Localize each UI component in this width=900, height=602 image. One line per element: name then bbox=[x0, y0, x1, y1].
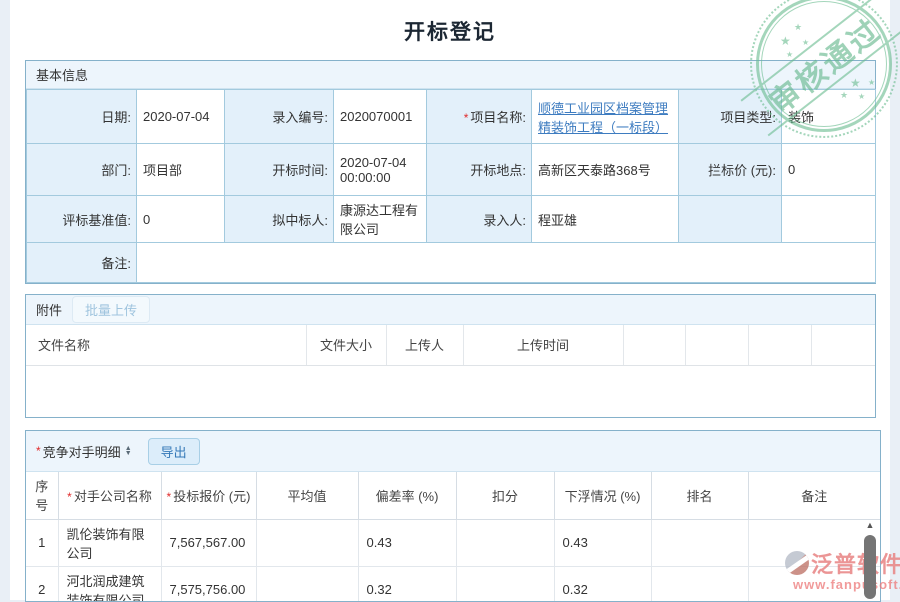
competitors-panel: * 竞争对手明细 ▲ ▼ 导出 序号 *对手公司名称 *投标报价 (元) 平均值… bbox=[25, 430, 881, 602]
row-average bbox=[256, 566, 358, 602]
row-float-down: 0.43 bbox=[554, 519, 651, 566]
row-average bbox=[256, 519, 358, 566]
col-company: *对手公司名称 bbox=[58, 472, 161, 519]
competitors-section-header: * 竞争对手明细 ▲ ▼ 导出 bbox=[26, 431, 880, 472]
required-asterisk: * bbox=[167, 490, 172, 504]
attachments-panel: 附件 批量上传 文件名称 文件大小 上传人 上传时间 bbox=[25, 294, 876, 418]
required-asterisk: * bbox=[464, 111, 469, 125]
sort-toggle[interactable]: ▲ ▼ bbox=[125, 446, 132, 456]
project-name-label: *项目名称: bbox=[427, 90, 532, 144]
proposed-winner-label: 拟中标人: bbox=[225, 196, 334, 243]
ceiling-price-label: 拦标价 (元): bbox=[679, 144, 782, 196]
col-rank: 排名 bbox=[651, 472, 748, 519]
project-name-cell: 顺德工业园区档案管理精装饰工程（一标段） bbox=[532, 90, 679, 144]
row-company: 河北润成建筑装饰有限公司 bbox=[58, 566, 161, 602]
open-time-value: 2020-07-04 00:00:00 bbox=[334, 144, 427, 196]
row-deduction bbox=[456, 519, 554, 566]
col-remark: 备注 bbox=[748, 472, 880, 519]
empty-value-cell bbox=[782, 196, 876, 243]
table-row: 日期: 2020-07-04 录入编号: 2020070001 *项目名称: 顺… bbox=[27, 90, 876, 144]
main-content: 开标登记 基本信息 日期: 2020-07-04 录入编号: 202007000… bbox=[10, 0, 890, 600]
project-type-value: 装饰 bbox=[782, 90, 876, 144]
vendor-url: www.fanpusoft.com bbox=[785, 577, 900, 592]
row-no: 1 bbox=[26, 519, 58, 566]
basic-info-table: 日期: 2020-07-04 录入编号: 2020070001 *项目名称: 顺… bbox=[26, 89, 876, 283]
col-empty bbox=[811, 325, 875, 365]
col-empty bbox=[748, 325, 811, 365]
row-bid: 7,575,756.00 bbox=[161, 566, 256, 602]
scroll-up-icon[interactable]: ▲ bbox=[863, 520, 877, 533]
row-bid: 7,567,567.00 bbox=[161, 519, 256, 566]
proposed-winner-value: 康源达工程有限公司 bbox=[334, 196, 427, 243]
basic-info-panel: 基本信息 日期: 2020-07-04 录入编号: 2020070001 *项目… bbox=[25, 60, 876, 284]
col-average: 平均值 bbox=[256, 472, 358, 519]
col-deduction: 扣分 bbox=[456, 472, 554, 519]
row-deviation: 0.32 bbox=[358, 566, 456, 602]
open-place-label: 开标地点: bbox=[427, 144, 532, 196]
required-asterisk: * bbox=[67, 490, 72, 504]
recorder-label: 录入人: bbox=[427, 196, 532, 243]
scrollbar-thumb[interactable] bbox=[864, 535, 876, 599]
table-row: 部门: 项目部 开标时间: 2020-07-04 00:00:00 开标地点: … bbox=[27, 144, 876, 196]
date-value: 2020-07-04 bbox=[137, 90, 225, 144]
page-title: 开标登记 bbox=[10, 16, 890, 46]
col-deviation: 偏差率 (%) bbox=[358, 472, 456, 519]
row-no: 2 bbox=[26, 566, 58, 602]
col-empty bbox=[685, 325, 748, 365]
vendor-brand: 泛普软件 bbox=[811, 547, 900, 579]
table-scrollbar[interactable]: ▲ bbox=[863, 520, 877, 599]
required-asterisk: * bbox=[36, 444, 41, 458]
table-row: 备注: bbox=[27, 243, 876, 283]
col-no: 序号 bbox=[26, 472, 58, 519]
attachments-table: 文件名称 文件大小 上传人 上传时间 bbox=[26, 325, 875, 366]
row-deduction bbox=[456, 566, 554, 602]
col-uploader: 上传人 bbox=[386, 325, 463, 365]
col-float-down: 下浮情况 (%) bbox=[554, 472, 651, 519]
col-upload-time: 上传时间 bbox=[463, 325, 623, 365]
col-empty bbox=[623, 325, 685, 365]
row-rank bbox=[651, 566, 748, 602]
ceiling-price-value: 0 bbox=[782, 144, 876, 196]
date-label: 日期: bbox=[27, 90, 137, 144]
fanpu-logo-icon bbox=[785, 551, 809, 575]
col-file-size: 文件大小 bbox=[306, 325, 386, 365]
entry-no-value: 2020070001 bbox=[334, 90, 427, 144]
row-company: 凯伦装饰有限公司 bbox=[58, 519, 161, 566]
empty-label-cell bbox=[679, 196, 782, 243]
col-file-name: 文件名称 bbox=[26, 325, 306, 365]
row-float-down: 0.32 bbox=[554, 566, 651, 602]
open-place-value: 高新区天泰路368号 bbox=[532, 144, 679, 196]
competitors-header-row: 序号 *对手公司名称 *投标报价 (元) 平均值 偏差率 (%) 扣分 下浮情况… bbox=[26, 472, 880, 519]
attachments-section-title: 附件 bbox=[36, 300, 62, 319]
export-button[interactable]: 导出 bbox=[148, 438, 200, 465]
attachments-section-header: 附件 批量上传 bbox=[26, 295, 875, 325]
remark-value bbox=[137, 243, 876, 283]
eval-base-label: 评标基准值: bbox=[27, 196, 137, 243]
table-row: 评标基准值: 0 拟中标人: 康源达工程有限公司 录入人: 程亚雄 bbox=[27, 196, 876, 243]
star-icon: ★ bbox=[786, 50, 793, 59]
attachments-header-row: 文件名称 文件大小 上传人 上传时间 bbox=[26, 325, 875, 365]
remark-label: 备注: bbox=[27, 243, 137, 283]
eval-base-value: 0 bbox=[137, 196, 225, 243]
project-name-link[interactable]: 顺德工业园区档案管理精装饰工程（一标段） bbox=[538, 101, 668, 135]
department-label: 部门: bbox=[27, 144, 137, 196]
vendor-watermark: 泛普软件 www.fanpusoft.com bbox=[785, 547, 900, 592]
competitors-table: 序号 *对手公司名称 *投标报价 (元) 平均值 偏差率 (%) 扣分 下浮情况… bbox=[26, 472, 880, 602]
competitors-section-title: 竞争对手明细 bbox=[43, 442, 121, 461]
department-value: 项目部 bbox=[137, 144, 225, 196]
recorder-value: 程亚雄 bbox=[532, 196, 679, 243]
basic-info-section-header: 基本信息 bbox=[26, 61, 875, 89]
table-row: 2 河北润成建筑装饰有限公司 7,575,756.00 0.32 0.32 bbox=[26, 566, 880, 602]
row-rank bbox=[651, 519, 748, 566]
sort-desc-icon[interactable]: ▼ bbox=[125, 451, 132, 456]
open-time-label: 开标时间: bbox=[225, 144, 334, 196]
basic-info-section-title: 基本信息 bbox=[36, 65, 88, 84]
batch-upload-button[interactable]: 批量上传 bbox=[72, 296, 150, 323]
project-type-label: 项目类型: bbox=[679, 90, 782, 144]
row-deviation: 0.43 bbox=[358, 519, 456, 566]
col-bid: *投标报价 (元) bbox=[161, 472, 256, 519]
table-row: 1 凯伦装饰有限公司 7,567,567.00 0.43 0.43 bbox=[26, 519, 880, 566]
entry-no-label: 录入编号: bbox=[225, 90, 334, 144]
